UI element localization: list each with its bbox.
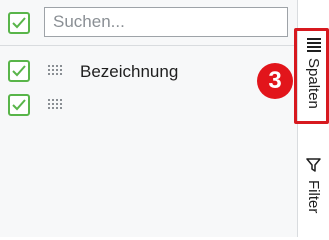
checkmark-icon: [12, 65, 26, 77]
search-input[interactable]: [44, 7, 288, 37]
callout-number-badge: 3: [257, 63, 293, 99]
column-checkbox[interactable]: [8, 94, 30, 116]
tab-filter[interactable]: Filter: [298, 152, 329, 237]
filter-icon: [306, 158, 321, 172]
select-all-checkbox[interactable]: [8, 12, 30, 34]
callout-highlight-frame: [294, 28, 329, 124]
column-label: Bezeichnung: [80, 62, 179, 81]
column-chooser-panel: Bezeichnung: [0, 0, 298, 237]
checkmark-icon: [12, 99, 26, 111]
checkmark-icon: [12, 17, 26, 29]
tab-filter-label: Filter: [305, 180, 322, 214]
drag-grip-icon[interactable]: [48, 65, 64, 77]
panel-header: [0, 0, 297, 46]
drag-grip-icon[interactable]: [48, 99, 64, 111]
column-checkbox[interactable]: [8, 60, 30, 82]
